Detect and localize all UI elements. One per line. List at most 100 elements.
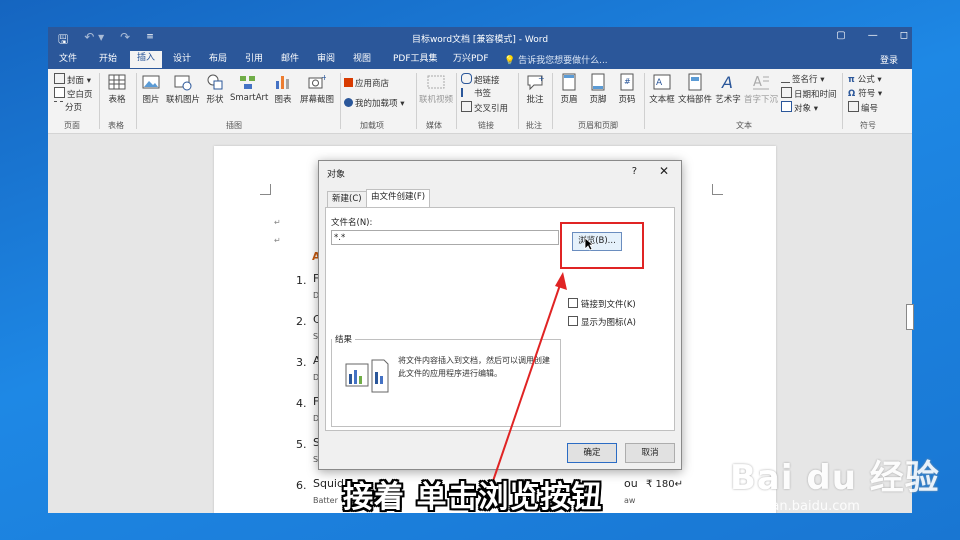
- group-label-symbols: 符号: [860, 121, 876, 130]
- table-label: 表格: [108, 95, 126, 105]
- signature-icon: [781, 73, 790, 83]
- group-label-pages: 页面: [64, 121, 80, 130]
- equation-button[interactable]: π 公式 ▾: [848, 73, 882, 85]
- group-separator: [518, 73, 519, 129]
- cover-page-button[interactable]: 封面 ▾: [54, 73, 91, 86]
- list-item-number: 1.: [296, 274, 307, 287]
- paragraph-mark: ↵: [274, 236, 281, 245]
- online-picture-button[interactable]: 联机图片: [165, 73, 201, 105]
- wordart-button[interactable]: A 艺术字: [714, 73, 742, 105]
- checkbox-box: [568, 316, 578, 326]
- tab-view[interactable]: 视图: [346, 52, 378, 69]
- login-link[interactable]: 登录: [880, 53, 898, 66]
- bookmark-label: 书签: [474, 89, 492, 99]
- ok-button[interactable]: 确定: [567, 443, 617, 463]
- minimize-button[interactable]: —: [868, 30, 878, 41]
- drop-cap-button[interactable]: A 首字下沉: [744, 73, 778, 105]
- group-separator: [644, 73, 645, 129]
- signature-line-button[interactable]: 签名行 ▾: [781, 73, 824, 85]
- shapes-label: 形状: [206, 95, 224, 105]
- date-time-button[interactable]: 日期和时间: [781, 87, 837, 100]
- object-button[interactable]: 对象 ▾: [781, 101, 818, 114]
- online-video-button[interactable]: 联机视频: [418, 73, 454, 105]
- my-addins-button[interactable]: 我的加载项 ▾: [344, 97, 404, 109]
- my-addins-label: 我的加载项: [355, 99, 398, 109]
- tab-home[interactable]: 开始: [92, 52, 124, 69]
- paragraph-mark: ↵: [274, 218, 281, 227]
- footer-icon: [591, 73, 605, 91]
- mouse-cursor-icon: [584, 237, 594, 251]
- crop-mark: [260, 184, 271, 195]
- number-label: 编号: [861, 104, 879, 114]
- bookmark-button[interactable]: 书签: [461, 87, 491, 99]
- tab-mailings[interactable]: 邮件: [274, 52, 306, 69]
- object-label: 对象 ▾: [794, 104, 818, 114]
- maximize-button[interactable]: ◻: [900, 30, 908, 41]
- number-icon: [848, 101, 859, 112]
- hyperlink-label: 超链接: [474, 76, 500, 86]
- number-button[interactable]: 编号: [848, 101, 878, 114]
- screenshot-button[interactable]: + 屏幕截图: [298, 73, 336, 105]
- link-to-file-checkbox[interactable]: 链接到文件(K): [568, 298, 636, 310]
- tab-file[interactable]: 文件: [52, 52, 84, 69]
- symbol-button[interactable]: Ω 符号 ▾: [848, 87, 882, 99]
- quick-parts-label: 文档部件: [678, 95, 713, 105]
- blank-page-button[interactable]: 空白页: [54, 87, 93, 100]
- header-button[interactable]: 页眉: [556, 73, 582, 105]
- display-as-icon-checkbox[interactable]: 显示为图标(A): [568, 316, 636, 328]
- result-box: 将文件内容插入到文档，然后可以调用创建此文件的应用程序进行编辑。: [331, 339, 561, 427]
- filename-input[interactable]: *.*: [331, 230, 559, 245]
- tell-me-search[interactable]: 💡 告诉我您想要做什么...: [504, 53, 608, 66]
- tab-design[interactable]: 设计: [166, 52, 198, 69]
- svg-text:A: A: [721, 73, 733, 91]
- scrollbar-thumb[interactable]: [906, 304, 914, 330]
- group-label-links: 链接: [478, 121, 494, 130]
- page-number-button[interactable]: # 页码: [614, 73, 640, 105]
- tab-layout[interactable]: 布局: [202, 52, 234, 69]
- tab-references[interactable]: 引用: [238, 52, 270, 69]
- blank-page-label: 空白页: [67, 90, 93, 100]
- comment-button[interactable]: + 批注: [522, 73, 548, 105]
- chart-button[interactable]: 图表: [272, 73, 294, 105]
- online-picture-icon: [174, 75, 192, 91]
- help-icon[interactable]: ?: [632, 166, 637, 177]
- shapes-button[interactable]: 形状: [204, 73, 226, 105]
- cancel-button[interactable]: 取消: [625, 443, 675, 463]
- cross-reference-button[interactable]: 交叉引用: [461, 101, 508, 114]
- group-separator: [416, 73, 417, 129]
- tab-create-from-file[interactable]: 由文件创建(F): [366, 189, 431, 208]
- list-item-number: 5.: [296, 438, 307, 451]
- cover-page-icon: [54, 73, 65, 84]
- textbox-button[interactable]: A 文本框: [648, 73, 676, 105]
- picture-button[interactable]: 图片: [140, 73, 162, 105]
- object-icon: [781, 101, 792, 112]
- list-item-number: 2.: [296, 315, 307, 328]
- footer-button[interactable]: 页脚: [585, 73, 611, 105]
- group-label-tables: 表格: [108, 121, 124, 130]
- hyperlink-button[interactable]: 超链接: [461, 73, 500, 86]
- svg-text:A: A: [656, 78, 663, 88]
- svg-text:+: +: [538, 74, 544, 83]
- page-break-label: 分页: [65, 103, 83, 113]
- dialog-title: 对象: [327, 170, 346, 180]
- smartart-icon: [240, 76, 255, 89]
- link-to-file-label: 链接到文件(K): [581, 300, 636, 310]
- tab-create-new[interactable]: 新建(C): [327, 191, 367, 208]
- tab-wondershare-pdf[interactable]: 万兴PDF: [446, 52, 496, 69]
- close-icon[interactable]: ✕: [659, 164, 669, 178]
- group-label-comments: 批注: [526, 121, 542, 130]
- group-label-illustrations: 插图: [226, 121, 242, 130]
- page-break-button[interactable]: 分页: [54, 101, 82, 113]
- ribbon-display-options-icon[interactable]: ▢: [836, 30, 845, 41]
- store-button[interactable]: 应用商店: [344, 77, 389, 89]
- smartart-button[interactable]: SmartArt: [230, 73, 268, 103]
- page-break-icon: [54, 101, 63, 111]
- quick-parts-button[interactable]: 文档部件: [678, 73, 712, 105]
- tab-review[interactable]: 审阅: [310, 52, 342, 69]
- tab-pdf-tools[interactable]: PDF工具集: [386, 52, 445, 69]
- quick-parts-icon: [688, 73, 702, 91]
- crop-mark: [712, 184, 723, 195]
- table-button[interactable]: 表格: [104, 73, 130, 105]
- title-bar: 🖫 ↶ ▾ ↷ ≡ 目标word文档 [兼容模式] - Word ▢ — ◻: [48, 27, 912, 49]
- tab-insert[interactable]: 插入: [130, 51, 163, 68]
